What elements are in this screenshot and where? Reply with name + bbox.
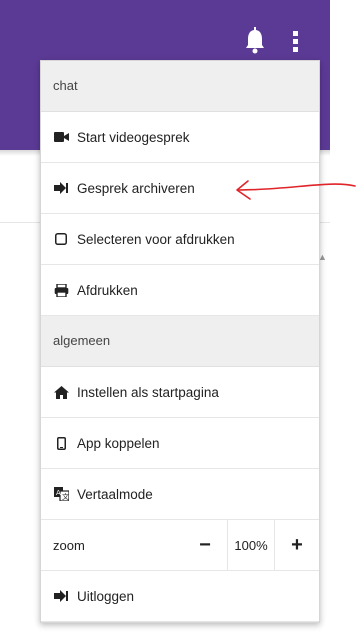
svg-text:A: A bbox=[56, 489, 61, 497]
archive-chat-item[interactable]: Gesprek archiveren bbox=[41, 163, 319, 214]
home-icon bbox=[53, 384, 69, 400]
archive-chat-label: Gesprek archiveren bbox=[77, 180, 195, 196]
page-margin bbox=[330, 0, 357, 641]
kebab-menu-icon[interactable] bbox=[286, 26, 306, 56]
translate-icon: A文 bbox=[53, 486, 69, 502]
link-app-label: App koppelen bbox=[77, 435, 160, 451]
section-header-chat: chat bbox=[41, 61, 319, 112]
link-app-item[interactable]: App koppelen bbox=[41, 418, 319, 469]
sign-out-arrow-icon bbox=[53, 588, 69, 604]
checkbox-icon bbox=[53, 231, 69, 247]
printer-icon bbox=[53, 282, 69, 298]
section-header-general: algemeen bbox=[41, 316, 319, 367]
svg-text:文: 文 bbox=[62, 492, 69, 501]
zoom-label: zoom bbox=[53, 537, 85, 553]
zoom-in-button[interactable]: + bbox=[275, 520, 319, 570]
video-camera-icon bbox=[53, 129, 69, 145]
print-label: Afdrukken bbox=[77, 282, 138, 298]
select-for-print-label: Selecteren voor afdrukken bbox=[77, 231, 235, 247]
bell-icon[interactable] bbox=[244, 26, 266, 56]
mobile-phone-icon bbox=[53, 435, 69, 451]
zoom-control: zoom − 100% + bbox=[41, 520, 319, 571]
logout-item[interactable]: Uitloggen bbox=[41, 571, 319, 622]
logout-label: Uitloggen bbox=[77, 588, 135, 604]
print-item[interactable]: Afdrukken bbox=[41, 265, 319, 316]
start-video-call-item[interactable]: Start videogesprek bbox=[41, 112, 319, 163]
set-homepage-item[interactable]: Instellen als startpagina bbox=[41, 367, 319, 418]
start-video-call-label: Start videogesprek bbox=[77, 129, 190, 145]
sign-out-arrow-icon bbox=[53, 180, 69, 196]
set-homepage-label: Instellen als startpagina bbox=[77, 384, 219, 400]
dropdown-menu: chat Start videogesprek Gesprek archiver… bbox=[40, 60, 320, 623]
zoom-out-button[interactable]: − bbox=[183, 520, 227, 570]
select-for-print-item[interactable]: Selecteren voor afdrukken bbox=[41, 214, 319, 265]
zoom-value: 100% bbox=[227, 520, 275, 570]
translate-mode-label: Vertaalmode bbox=[77, 486, 153, 502]
translate-mode-item[interactable]: A文 Vertaalmode bbox=[41, 469, 319, 520]
